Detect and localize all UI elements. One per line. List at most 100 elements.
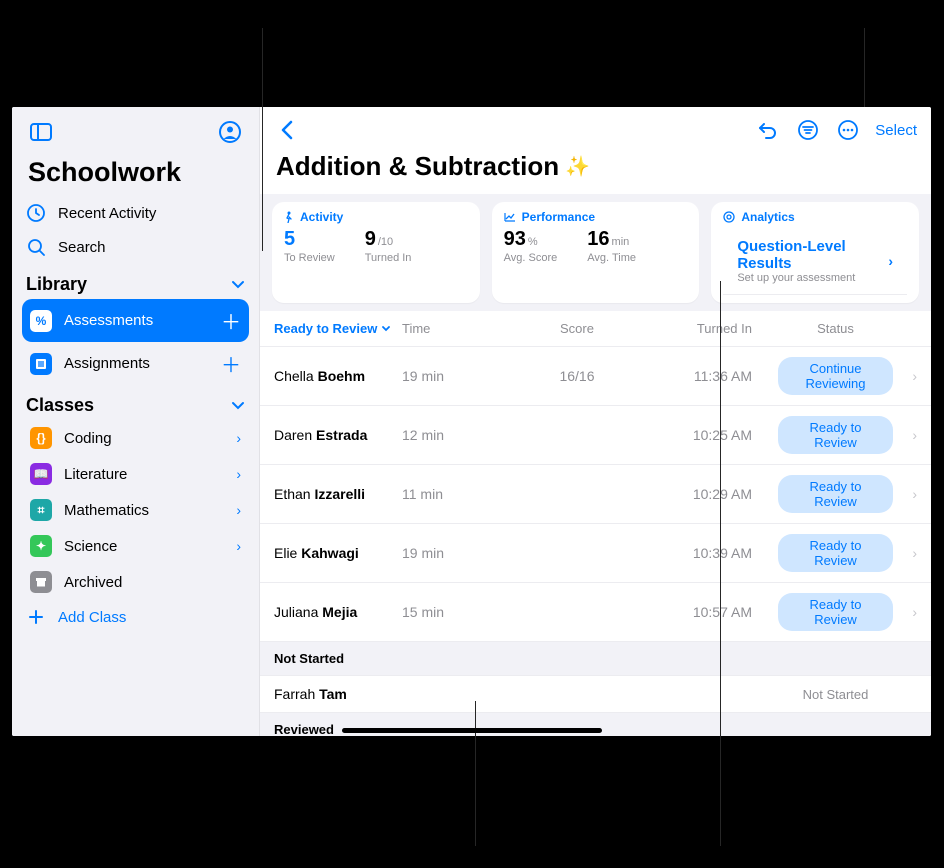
sidebar-item-class-coding[interactable]: {}Coding › [22, 420, 249, 456]
clock-icon [26, 203, 46, 223]
sidebar-item-class-literature[interactable]: 📖 Literature › [22, 456, 249, 492]
page-title: Addition & Subtraction ✨ [260, 145, 931, 194]
table-row[interactable]: Elie Kahwagi19 min10:39 AMReady to Revie… [260, 524, 931, 583]
table-row[interactable]: Ethan Izzarelli11 min10:29 AMReady to Re… [260, 465, 931, 524]
status-pill[interactable]: Continue Reviewing [778, 357, 893, 395]
turned-in-value: 9/10 [365, 228, 412, 251]
analytics-title: Question-Level Results [737, 238, 888, 272]
card-analytics[interactable]: Analytics Question-Level Results Set up … [711, 202, 919, 303]
add-assignment-button[interactable]: ＋ [221, 349, 241, 378]
sidebar: Schoolwork Recent Activity Search Librar… [12, 107, 260, 736]
table-row[interactable]: Juliana Mejia15 min10:57 AMReady to Revi… [260, 583, 931, 642]
walk-icon [284, 211, 294, 223]
sidebar-item-recent[interactable]: Recent Activity [12, 196, 259, 230]
chevron-down-icon [231, 401, 245, 411]
chevron-right-icon: › [893, 368, 917, 384]
sidebar-item-archived[interactable]: Archived [22, 564, 249, 600]
avg-time-label: Avg. Time [587, 252, 636, 264]
analytics-subtitle: Set up your assessment [737, 272, 888, 284]
column-header-score[interactable]: Score [512, 321, 642, 336]
callout-line [475, 701, 476, 846]
column-header-time[interactable]: Time [402, 321, 512, 336]
chart-icon [504, 212, 516, 222]
chevron-down-icon [381, 325, 391, 333]
student-table: Ready to Review Time Score Turned In Sta… [260, 311, 931, 736]
percent-icon: % [30, 310, 52, 332]
app-title: Schoolwork [12, 147, 259, 196]
avg-time-value: 16 min [587, 228, 636, 251]
avg-score-label: Avg. Score [504, 252, 558, 264]
main-content: Select Addition & Subtraction ✨ Activity… [260, 107, 931, 736]
sidebar-item-assignments[interactable]: Assignments ＋ [22, 342, 249, 385]
column-header-status[interactable]: Status [752, 321, 893, 336]
callout-line [720, 281, 721, 846]
archive-icon [30, 571, 52, 593]
chevron-right-icon: › [893, 545, 917, 561]
app-window: Schoolwork Recent Activity Search Librar… [12, 107, 931, 736]
chevron-right-icon: › [888, 253, 893, 269]
sidebar-item-label: Assessments [64, 312, 153, 329]
table-row[interactable]: Chella Boehm19 min16/1611:36 AMContinue … [260, 347, 931, 406]
account-icon[interactable] [215, 117, 245, 147]
sidebar-section-classes[interactable]: Classes [12, 385, 259, 420]
turned-in-label: Turned In [365, 252, 412, 264]
chevron-down-icon [231, 280, 245, 290]
chevron-right-icon: › [236, 502, 241, 518]
plus-icon [26, 607, 46, 627]
sidebar-section-library[interactable]: Library [12, 264, 259, 299]
sidebar-item-search[interactable]: Search [12, 230, 259, 264]
filter-button[interactable] [795, 117, 821, 143]
status-pill[interactable]: Ready to Review [778, 593, 893, 631]
section-not-started: Not Started [260, 642, 931, 676]
sidebar-item-class-science[interactable]: ✦Science › [22, 528, 249, 564]
card-activity[interactable]: Activity 5 To Review 9/10 Turned In [272, 202, 480, 303]
flask-icon: ✦ [30, 535, 52, 557]
status-pill[interactable]: Ready to Review [778, 475, 893, 513]
sidebar-item-label: Mathematics [64, 502, 149, 519]
sidebar-item-add-class[interactable]: Add Class [12, 600, 259, 634]
summary-cards: Activity 5 To Review 9/10 Turned In [260, 194, 931, 311]
table-row[interactable]: Daren Estrada12 min10:25 AMReady to Revi… [260, 406, 931, 465]
chevron-right-icon: › [893, 427, 917, 443]
chevron-right-icon: › [893, 486, 917, 502]
sidebar-item-label: Coding [64, 430, 112, 447]
column-header-ready[interactable]: Ready to Review [274, 321, 402, 336]
callout-line [864, 28, 865, 107]
back-button[interactable] [274, 117, 300, 143]
sidebar-item-label: Search [58, 239, 106, 256]
sidebar-item-label: Assignments [64, 355, 150, 372]
chevron-right-icon: › [893, 604, 917, 620]
table-header: Ready to Review Time Score Turned In Sta… [260, 311, 931, 347]
search-icon [26, 237, 46, 257]
chevron-right-icon: › [236, 538, 241, 554]
select-button[interactable]: Select [875, 122, 917, 139]
doc-list-icon [30, 353, 52, 375]
status-pill[interactable]: Ready to Review [778, 534, 893, 572]
code-icon: {} [30, 427, 52, 449]
table-row[interactable]: Farrah TamNot Started [260, 676, 931, 713]
home-indicator [342, 728, 602, 733]
sidebar-toggle-icon[interactable] [26, 117, 56, 147]
add-assessment-button[interactable]: ＋ [221, 306, 241, 335]
sidebar-item-label: Add Class [58, 609, 126, 626]
sidebar-item-label: Literature [64, 466, 127, 483]
status-pill[interactable]: Ready to Review [778, 416, 893, 454]
undo-button[interactable] [755, 117, 781, 143]
to-review-value: 5 [284, 228, 335, 251]
sidebar-item-label: Archived [64, 574, 122, 591]
sidebar-item-assessments[interactable]: % Assessments ＋ [22, 299, 249, 342]
sidebar-item-class-mathematics[interactable]: ⌗ Mathematics › [22, 492, 249, 528]
to-review-label: To Review [284, 252, 335, 264]
sparkles-icon: ✨ [565, 154, 590, 179]
calc-icon: ⌗ [30, 499, 52, 521]
book-icon: 📖 [30, 463, 52, 485]
status-text: Not Started [803, 687, 869, 702]
chevron-right-icon: › [236, 466, 241, 482]
column-header-turned[interactable]: Turned In [642, 321, 752, 336]
target-icon [723, 211, 735, 223]
sidebar-item-label: Recent Activity [58, 205, 156, 222]
more-button[interactable] [835, 117, 861, 143]
card-performance[interactable]: Performance 93% Avg. Score 16 min Avg. T… [492, 202, 700, 303]
avg-score-value: 93% [504, 228, 558, 251]
callout-line [262, 28, 263, 251]
